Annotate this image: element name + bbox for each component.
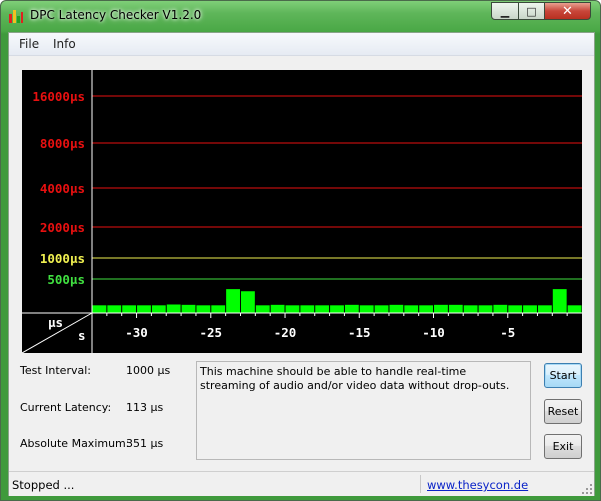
latency-bar [330, 305, 344, 313]
latency-bar [240, 291, 255, 313]
latency-bar [137, 305, 151, 313]
level-label-4000: 4000µs [40, 181, 85, 196]
level-label-500: 500µs [47, 272, 85, 287]
latency-bar [493, 304, 508, 313]
latency-bar [537, 305, 552, 313]
latency-bar [92, 305, 107, 313]
client-area: File Info 16000µs 8000µs 4000µs 2000µs 1000µ… [8, 32, 595, 496]
message-text: This machine should be able to handle re… [200, 365, 510, 392]
latency-bar [270, 304, 285, 313]
menu-file[interactable]: File [19, 37, 39, 51]
app-icon [9, 10, 23, 23]
status-text: Stopped ... [12, 478, 75, 492]
test-interval-value: 1000 µs [126, 364, 171, 377]
latency-bar [523, 305, 537, 313]
latency-bar [404, 305, 419, 313]
current-latency-label: Current Latency: [20, 401, 112, 414]
level-lines [92, 95, 582, 280]
x-tick-label: -25 [199, 325, 222, 340]
minimize-button[interactable]: ▁ [491, 2, 519, 20]
resize-grip-icon[interactable] [582, 484, 592, 494]
latency-bar [374, 305, 389, 313]
latency-bar [552, 289, 567, 313]
maximize-button[interactable]: □ [518, 2, 545, 20]
reset-button[interactable]: Reset [544, 399, 582, 424]
level-label-1000: 1000µs [40, 251, 85, 266]
latency-bar [285, 305, 300, 313]
exit-button[interactable]: Exit [544, 434, 582, 459]
current-latency-value: 113 µs [126, 401, 164, 414]
latency-bar [448, 304, 463, 313]
latency-bar [255, 305, 270, 313]
latency-bar [389, 304, 404, 313]
latency-bar [151, 305, 166, 313]
latency-bar [196, 305, 211, 313]
start-button[interactable]: Start [544, 363, 582, 388]
window-title: DPC Latency Checker V1.2.0 [30, 8, 202, 22]
title-bar[interactable]: DPC Latency Checker V1.2.0 ▁ □ ✕ [1, 1, 600, 31]
latency-bar [181, 304, 196, 313]
x-axis-ticks: -30 -25 -20 -15 -10 -5 [106, 313, 568, 340]
close-button[interactable]: ✕ [544, 2, 591, 20]
menu-bar: File Info [9, 33, 594, 56]
latency-bar [434, 304, 448, 313]
latency-bars [92, 289, 582, 313]
minimize-icon: ▁ [500, 4, 510, 18]
x-tick-label: -5 [500, 325, 515, 340]
level-label-16000: 16000µs [32, 89, 85, 104]
x-tick-label: -10 [422, 325, 445, 340]
latency-bar [122, 305, 137, 313]
latency-bar [107, 305, 122, 313]
absolute-maximum-value: 351 µs [126, 437, 164, 450]
app-window: DPC Latency Checker V1.2.0 ▁ □ ✕ File In… [0, 0, 601, 501]
latency-bar [478, 305, 493, 313]
x-tick-label: -20 [274, 325, 297, 340]
corner-unit-us: µs [48, 315, 63, 330]
latency-bar [567, 305, 582, 313]
level-labels: 16000µs 8000µs 4000µs 2000µs 1000µs 500µs [32, 89, 85, 287]
latency-bar [226, 289, 240, 313]
maximize-icon: □ [526, 4, 537, 18]
status-bar: Stopped ... www.thesycon.de [9, 471, 594, 496]
latency-bar [359, 305, 374, 313]
menu-info[interactable]: Info [53, 37, 76, 51]
website-link[interactable]: www.thesycon.de [427, 478, 528, 492]
latency-bar [463, 305, 478, 313]
x-tick-label: -15 [348, 325, 371, 340]
latency-bar [300, 305, 315, 313]
status-divider [420, 475, 421, 493]
latency-chart: 16000µs8000µs4000µs2000µs1000µs500µs µs … [22, 70, 582, 353]
close-icon: ✕ [562, 3, 573, 19]
message-box: This machine should be able to handle re… [196, 361, 531, 460]
x-tick-label: -30 [125, 325, 148, 340]
test-interval-label: Test Interval: [20, 364, 91, 377]
level-label-2000: 2000µs [40, 220, 85, 235]
absolute-maximum-label: Absolute Maximum: [20, 437, 130, 450]
latency-bar [508, 305, 523, 313]
level-label-8000: 8000µs [40, 136, 85, 151]
latency-bar [166, 304, 181, 313]
corner-unit-s: s [78, 328, 86, 343]
latency-bar [419, 305, 434, 313]
latency-bar [344, 304, 359, 313]
latency-bar [211, 305, 226, 313]
latency-bar [315, 305, 330, 313]
